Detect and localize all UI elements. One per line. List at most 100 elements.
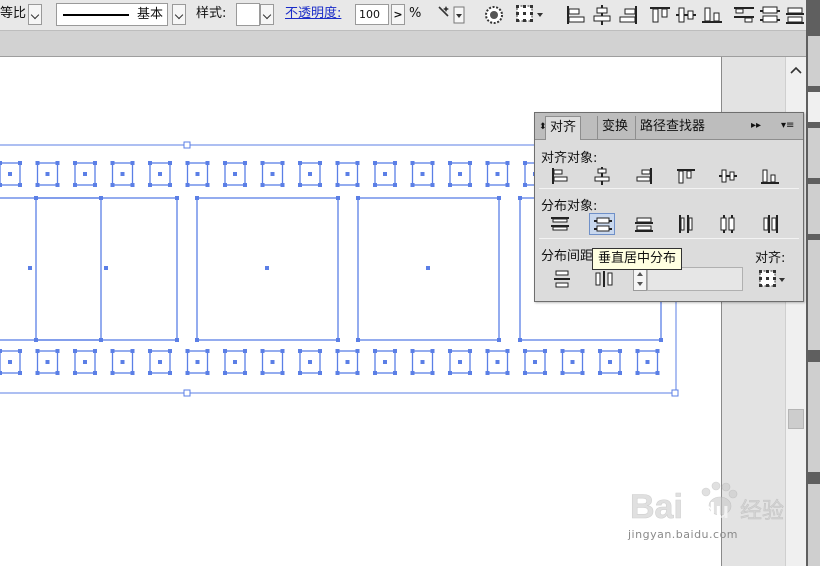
- anchor-point: [448, 183, 452, 187]
- anchor-point: [0, 183, 2, 187]
- dist-space-vertical-icon[interactable]: [549, 268, 575, 290]
- anchor-point: [410, 349, 415, 353]
- sprocket-center-point: [308, 172, 312, 176]
- anchor-point: [497, 196, 501, 200]
- align-hcenter-icon[interactable]: [590, 3, 614, 27]
- spacing-input[interactable]: [647, 267, 743, 291]
- dist-bottom-icon[interactable]: [784, 3, 808, 27]
- anchor-point: [298, 371, 302, 375]
- align-top-icon[interactable]: [648, 3, 672, 27]
- anchor-point: [260, 183, 265, 187]
- opacity-link[interactable]: 不透明度:: [285, 0, 341, 28]
- sprocket-center-point: [420, 172, 425, 176]
- dock-well[interactable]: [808, 362, 820, 472]
- dist-bottom-icon[interactable]: [631, 213, 657, 235]
- scroll-up-icon[interactable]: [790, 65, 802, 77]
- align-right-icon[interactable]: [616, 3, 640, 27]
- anchor-point: [335, 183, 340, 187]
- align-left-icon[interactable]: [564, 3, 588, 27]
- film-frame: [0, 197, 102, 341]
- panel-dock: [806, 0, 820, 566]
- anchor-point: [34, 196, 38, 200]
- anchor-point: [355, 183, 360, 187]
- dock-well[interactable]: [808, 484, 820, 566]
- anchor-point: [18, 371, 22, 375]
- sprocket-center-point: [233, 360, 237, 364]
- transform-ref-icon[interactable]: [514, 3, 543, 27]
- scroll-thumb[interactable]: [788, 409, 804, 429]
- align-top-icon[interactable]: [673, 165, 699, 187]
- dist-hcenter-icon[interactable]: [715, 213, 741, 235]
- sprocket-center-point: [83, 172, 87, 176]
- dist-vcenter-icon[interactable]: [589, 213, 615, 235]
- align-vcenter-icon[interactable]: [715, 165, 741, 187]
- watermark-url: jingyan.baidu.com: [628, 528, 739, 541]
- align-bottom-icon[interactable]: [757, 165, 783, 187]
- align-to-selection-icon[interactable]: [757, 268, 787, 290]
- tab-transform[interactable]: 变换: [597, 116, 632, 140]
- align-right-icon[interactable]: [631, 165, 657, 187]
- tab-align[interactable]: 对齐: [545, 116, 582, 140]
- panel-menu-icon[interactable]: ▾≡: [781, 119, 794, 133]
- anchor-point: [430, 349, 435, 353]
- anchor-point: [110, 183, 115, 187]
- anchor-point: [205, 183, 210, 187]
- anchor-point: [468, 349, 472, 353]
- anchor-point: [430, 161, 435, 165]
- anchor-point: [410, 161, 415, 165]
- stroke-profile-dropdown[interactable]: [172, 4, 186, 25]
- anchor-point: [35, 371, 40, 375]
- dist-top-icon[interactable]: [547, 213, 573, 235]
- recolor-icon[interactable]: [436, 3, 465, 27]
- stroke-profile-select[interactable]: 基本: [56, 3, 168, 26]
- anchor-point: [655, 371, 660, 375]
- anchor-point: [560, 371, 565, 375]
- anchor-point: [393, 371, 397, 375]
- opacity-unit: %: [409, 6, 422, 21]
- tab-pathfinder[interactable]: 路径查找器: [635, 116, 709, 140]
- anchor-point: [618, 349, 622, 353]
- dist-left-icon[interactable]: [673, 213, 699, 235]
- dock-well[interactable]: [808, 240, 820, 350]
- align-bottom-icon[interactable]: [700, 3, 724, 27]
- anchor-point: [205, 349, 210, 353]
- dock-well[interactable]: [808, 128, 820, 178]
- anchor-point: [35, 183, 40, 187]
- dock-well-active[interactable]: [808, 92, 820, 122]
- anchor-point: [110, 371, 115, 375]
- anchor-point: [298, 349, 302, 353]
- opacity-arrow-button[interactable]: >: [391, 4, 405, 25]
- proportion-dropdown[interactable]: [28, 4, 42, 25]
- sprocket-center-point: [495, 360, 500, 364]
- align-hcenter-icon[interactable]: [589, 165, 615, 187]
- anchor-point: [55, 183, 60, 187]
- gear-icon[interactable]: [482, 3, 506, 27]
- svg-text:du: du: [702, 498, 729, 523]
- anchor-point: [195, 338, 199, 342]
- anchor-point: [93, 349, 97, 353]
- sprocket-center-point: [83, 360, 87, 364]
- opacity-input[interactable]: 100: [355, 4, 389, 25]
- svg-text:经验: 经验: [740, 499, 784, 524]
- anchor-point: [168, 349, 172, 353]
- panel-collapse-icon[interactable]: ▸▸: [751, 119, 761, 133]
- style-swatch[interactable]: [236, 3, 260, 26]
- anchor-point: [373, 183, 377, 187]
- anchor-point: [635, 349, 640, 353]
- anchor-point: [410, 371, 415, 375]
- dock-well[interactable]: [808, 36, 820, 86]
- align-left-icon[interactable]: [547, 165, 573, 187]
- dist-vcenter-icon[interactable]: [758, 3, 782, 27]
- dock-well[interactable]: [808, 184, 820, 234]
- dist-space-horizontal-icon[interactable]: [591, 268, 617, 290]
- anchor-point: [518, 196, 522, 200]
- sprocket-center-point: [8, 172, 12, 176]
- anchor-point: [373, 371, 377, 375]
- spacing-stepper[interactable]: [633, 267, 647, 291]
- align-vcenter-icon[interactable]: [674, 3, 698, 27]
- style-dropdown[interactable]: [260, 4, 274, 25]
- sprocket-center-point: [195, 172, 200, 176]
- dist-top-icon[interactable]: [732, 3, 756, 27]
- bounding-box-handle: [671, 389, 679, 397]
- dist-right-icon[interactable]: [757, 213, 783, 235]
